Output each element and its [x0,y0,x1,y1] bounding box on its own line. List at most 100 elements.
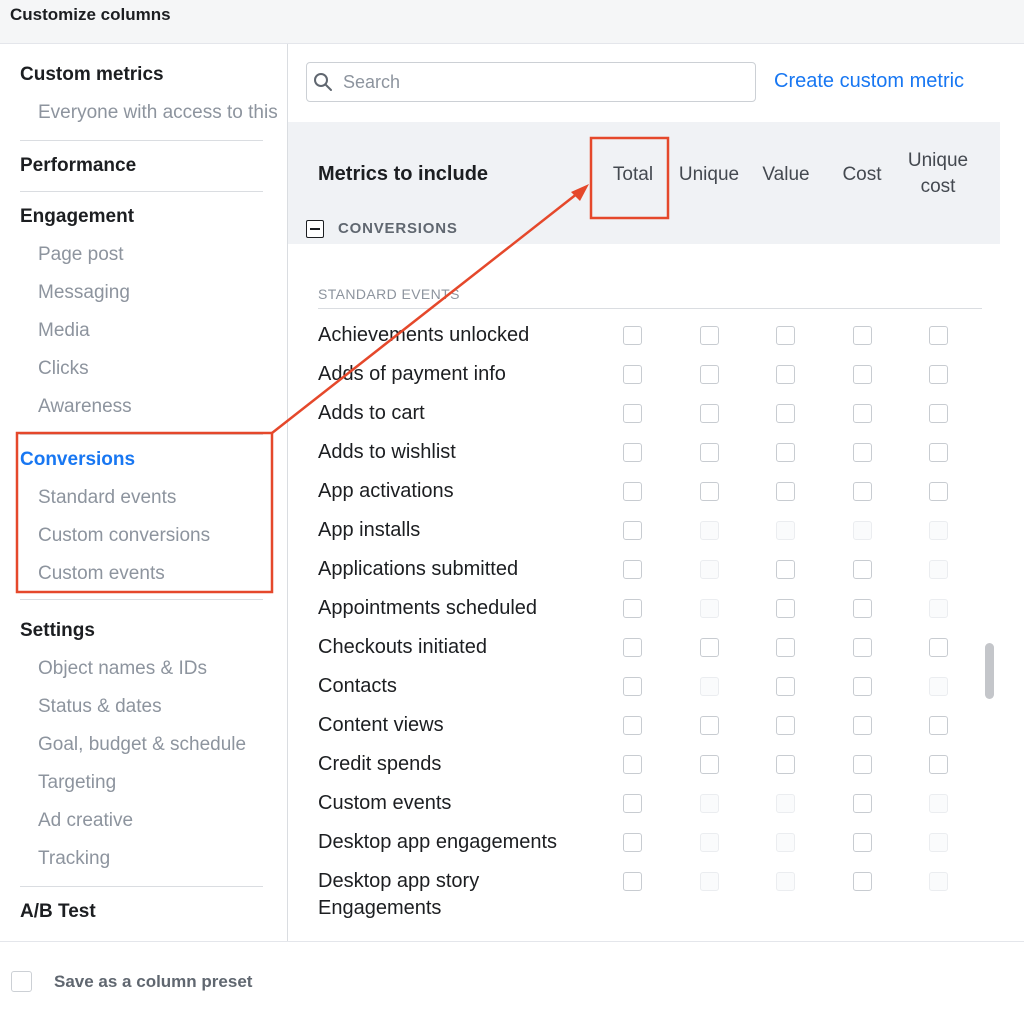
checkbox-total[interactable] [623,755,642,774]
checkbox-cost[interactable] [853,326,872,345]
checkbox-total[interactable] [623,560,642,579]
search-input[interactable] [343,71,743,93]
checkbox-unique[interactable] [700,716,719,735]
checkbox-unique-cost[interactable] [929,638,948,657]
checkbox-total[interactable] [623,521,642,540]
sidebar-item[interactable]: Messaging [20,274,263,312]
sidebar-item[interactable]: Ad creative [20,802,263,840]
sidebar-item[interactable]: Page post [20,236,263,274]
metric-row: Appointments scheduled [288,595,1000,634]
metric-row: App installs [288,517,1000,556]
checkbox-unique-cost[interactable] [929,365,948,384]
checkbox-value[interactable] [776,404,795,423]
checkbox-total[interactable] [623,638,642,657]
checkbox-cost[interactable] [853,677,872,696]
checkbox-unique-cost[interactable] [929,404,948,423]
sidebar-section-ab: A/B Test [20,887,263,939]
checkbox-value[interactable] [776,755,795,774]
checkbox-unique-cost [929,677,948,696]
checkbox-total[interactable] [623,833,642,852]
checkbox-value [776,794,795,813]
checkbox-total[interactable] [623,872,642,891]
sidebar-heading-conversions[interactable]: Conversions [20,441,263,479]
checkbox-value [776,521,795,540]
checkbox-unique [700,560,719,579]
sidebar-section-custom: Custom metrics Everyone with access to th… [20,44,278,141]
checkbox-unique[interactable] [700,755,719,774]
sidebar-item[interactable]: Custom events [20,555,263,593]
sidebar-heading-engagement[interactable]: Engagement [20,198,263,236]
checkbox-value[interactable] [776,560,795,579]
checkbox-cost[interactable] [853,404,872,423]
checkbox-total[interactable] [623,443,642,462]
checkbox-value[interactable] [776,365,795,384]
checkbox-total[interactable] [623,794,642,813]
checkbox-cost[interactable] [853,872,872,891]
checkbox-cost[interactable] [853,443,872,462]
checkbox-total[interactable] [623,677,642,696]
checkbox-total[interactable] [623,716,642,735]
sidebar-item[interactable]: Standard events [20,479,263,517]
checkbox-unique[interactable] [700,365,719,384]
sidebar-heading-custom[interactable]: Custom metrics [20,56,263,94]
checkbox-cost[interactable] [853,482,872,501]
checkbox-cost[interactable] [853,716,872,735]
sidebar-heading-settings[interactable]: Settings [20,612,263,650]
dialog-footer: Save as a column preset [0,941,1024,1017]
save-preset-checkbox[interactable] [11,971,32,992]
checkbox-total[interactable] [623,326,642,345]
sidebar-item[interactable]: Status & dates [20,688,263,726]
metric-name: App activations [318,480,454,502]
sidebar-item[interactable]: Media [20,312,263,350]
sidebar-item[interactable]: Everyone with access to this [20,94,284,132]
checkbox-unique[interactable] [700,482,719,501]
checkbox-cost[interactable] [853,599,872,618]
checkbox-cost[interactable] [853,560,872,579]
checkbox-cost[interactable] [853,365,872,384]
checkbox-value[interactable] [776,326,795,345]
checkbox-cost[interactable] [853,638,872,657]
checkbox-value[interactable] [776,599,795,618]
checkbox-total[interactable] [623,365,642,384]
search-box[interactable] [306,62,756,102]
sidebar-item[interactable]: Goal, budget & schedule [20,726,263,764]
sidebar-item[interactable]: Tracking [20,840,263,878]
sidebar-item[interactable]: Targeting [20,764,263,802]
sidebar-item[interactable]: Object names & IDs [20,650,263,688]
metric-name: Applications submitted [318,558,519,580]
sidebar-section-engagement: Engagement Page post Messaging Media Clicks A… [20,192,263,435]
dialog-title: Customize columns [10,5,171,24]
sidebar-item[interactable]: Awareness [20,388,263,426]
checkbox-value[interactable] [776,638,795,657]
column-header-value: Value [762,164,810,185]
checkbox-value[interactable] [776,443,795,462]
checkbox-total[interactable] [623,404,642,423]
scrollbar-thumb[interactable] [985,643,994,699]
checkbox-unique-cost[interactable] [929,716,948,735]
sidebar-heading-ab[interactable]: A/B Test [20,893,263,931]
checkbox-cost[interactable] [853,794,872,813]
checkbox-total[interactable] [623,482,642,501]
checkbox-total[interactable] [623,599,642,618]
sidebar-item[interactable]: Clicks [20,350,263,388]
checkbox-value[interactable] [776,482,795,501]
checkbox-unique-cost[interactable] [929,482,948,501]
checkbox-unique-cost[interactable] [929,755,948,774]
checkbox-value[interactable] [776,716,795,735]
checkbox-unique-cost[interactable] [929,326,948,345]
create-custom-metric-link[interactable]: Create custom metric [774,70,964,93]
checkbox-unique[interactable] [700,638,719,657]
checkbox-value[interactable] [776,677,795,696]
sidebar-heading-performance[interactable]: Performance [20,147,263,185]
checkbox-unique[interactable] [700,326,719,345]
checkbox-cost[interactable] [853,833,872,852]
checkbox-cost[interactable] [853,755,872,774]
checkbox-unique[interactable] [700,404,719,423]
checkbox-unique [700,794,719,813]
collapse-minus-icon[interactable] [306,220,324,238]
search-icon [314,73,332,91]
checkbox-unique-cost[interactable] [929,443,948,462]
checkbox-unique[interactable] [700,443,719,462]
sidebar-item[interactable]: Custom conversions [20,517,263,555]
checkbox-unique-cost [929,833,948,852]
